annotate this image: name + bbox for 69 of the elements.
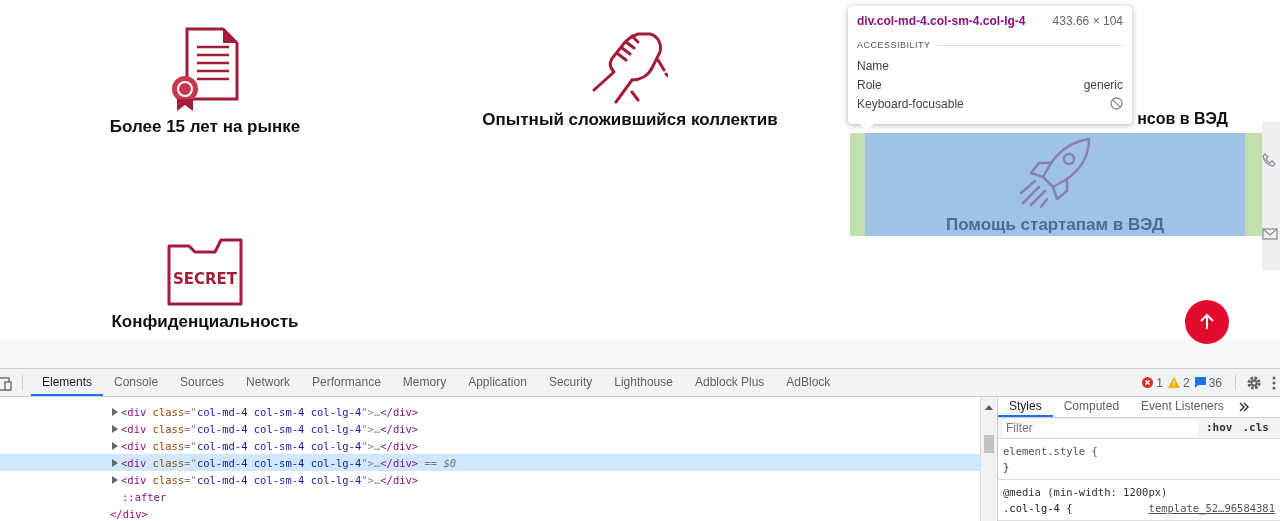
dom-node-code: <div class="col-md-4 col-sm-4 col-lg-4">…</div> [121,439,419,452]
dom-row[interactable]: <div class="col-md-4 col-sm-4 col-lg-4">…</div> == $0 [0,454,980,471]
section-heading: ACCESSIBILITY [857,40,931,50]
dom-row[interactable]: <div class="col-md-4 col-sm-4 col-lg-4">…</div> [0,403,980,420]
arrow-up-icon [1200,314,1214,330]
element-selector: div.col-md-4.col-sm-4.col-lg-4 [857,14,1026,28]
scroll-to-top-button[interactable] [1185,300,1229,344]
devtools-tab[interactable]: AdBlock [775,369,842,396]
phone-icon[interactable] [1262,152,1276,167]
dom-row[interactable]: <div class="col-md-4 col-sm-4 col-lg-4">…</div> [0,420,980,437]
styles-tab[interactable]: Computed [1052,397,1131,417]
styles-tab[interactable]: Styles [998,397,1053,417]
filter-toggle-button[interactable]: .cls [1240,421,1271,435]
rocket-icon [1017,137,1093,209]
closing-brace: } [1003,460,1010,475]
devtools-tab[interactable]: Memory [391,369,458,396]
dom-node-code: </div> [110,507,148,520]
feature-title: Более 15 лет на рынке [109,117,301,137]
certificate-icon [169,27,241,111]
more-options-icon[interactable] [1272,375,1276,390]
property-value: generic [1083,77,1123,92]
chevrons-right-icon[interactable] [1238,401,1249,412]
devtools-tab[interactable]: Elements [31,369,104,396]
property-label: Name [857,58,889,73]
warning-icon [1167,377,1180,388]
property-label: Keyboard-focusable [857,96,964,111]
dom-node-code: <div class="col-md-4 col-sm-4 col-lg-4">…</div> [121,405,419,418]
devtools-tab[interactable]: Performance [301,369,392,396]
media-query: @media (min-width: 1200px) [1003,485,1168,500]
blocked-icon [1110,97,1123,110]
css-selector: element.style { [1003,444,1098,459]
dom-node-code: <div class="col-md-4 col-sm-4 col-lg-4">…</div> == $0 [121,456,457,469]
dom-node-code: <div class="col-md-4 col-sm-4 col-lg-4">…</div> [121,422,419,435]
dom-row[interactable]: </div> [0,505,980,521]
scroll-up-icon[interactable] [985,405,993,410]
secret-folder-icon: SECRET [167,238,243,306]
devtools-tab[interactable]: Security [537,369,604,396]
issue-count: 36 [1208,375,1222,390]
filter-toggle-button[interactable]: :hov [1204,421,1235,435]
feature-title: Конфиденциальность [111,312,299,332]
devtools-tab[interactable]: Network [235,369,302,396]
dom-row[interactable]: ::after [0,488,980,505]
devtools-tab[interactable]: Application [457,369,538,396]
element-size: 433.66 × 104 [1052,14,1123,28]
mail-icon[interactable] [1262,227,1278,240]
device-toolbar-icon[interactable] [0,374,14,391]
dom-node-code: <div class="col-md-4 col-sm-4 col-lg-4">…</div> [121,473,419,486]
dom-node-code: ::after [122,490,167,503]
scroll-thumb[interactable] [984,435,994,453]
settings-icon[interactable] [1246,374,1262,391]
devtools-tab[interactable]: Console [103,369,170,396]
styles-tab[interactable]: Event Listeners [1130,397,1235,417]
devtools-tab[interactable]: Sources [169,369,236,396]
feature-title: Помощь стартапам в ВЭД [945,215,1165,235]
error-icon [1142,377,1154,388]
issue-count: 2 [1182,375,1190,390]
css-selector: .col-lg-4 { [1003,501,1073,516]
dom-row[interactable]: <div class="col-md-4 col-sm-4 col-lg-4">…</div> [0,471,980,488]
issue-count: 1 [1156,375,1163,390]
feature-title: нсов в ВЭД [1137,110,1228,128]
devtools-tab[interactable]: Lighthouse [603,369,684,396]
devtools-tab[interactable]: Adblock Plus [683,369,776,396]
scrollbar[interactable] [980,397,997,521]
dom-row[interactable]: <div class="col-md-4 col-sm-4 col-lg-4">…</div> [0,437,980,454]
message-icon [1194,377,1206,388]
property-label: Role [857,77,882,92]
source-link[interactable]: template_52…96584381 [1148,500,1275,516]
feature-title: Опытный сложившийся коллектив [482,110,778,130]
filter-input[interactable]: Filter [1002,418,1198,437]
